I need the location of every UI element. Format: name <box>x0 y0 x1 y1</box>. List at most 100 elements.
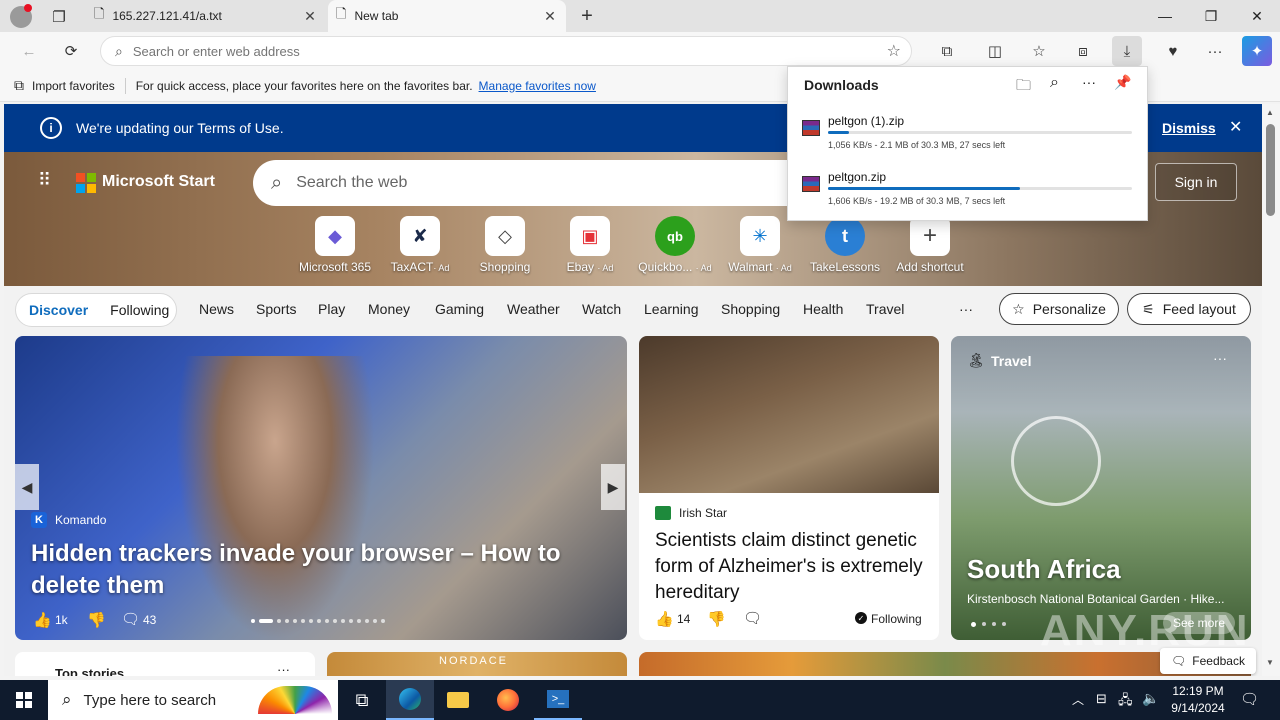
clock-date[interactable]: 9/14/2024 <box>1166 701 1230 715</box>
scroll-up-icon[interactable]: ▲ <box>1266 108 1274 117</box>
tab-discover[interactable]: Discover <box>29 302 88 318</box>
tab-a-txt[interactable]: 🗋 165.227.121.41/a.txt ✕ <box>86 0 326 32</box>
download-item[interactable]: peltgon (1).zip 1,056 KB/s - 2.1 MB of 3… <box>802 114 1132 158</box>
address-input[interactable] <box>132 43 833 59</box>
news-story-card[interactable]: Irish Star Scientists claim distinct gen… <box>639 336 939 640</box>
tab-new-tab[interactable]: 🗋 New tab ✕ <box>328 0 566 32</box>
collections-icon[interactable]: ⧈ <box>1068 36 1098 66</box>
nav-weather[interactable]: Weather <box>507 301 560 317</box>
sign-in-button[interactable]: Sign in <box>1155 163 1237 201</box>
favorites-icon[interactable]: ☆ <box>1024 36 1054 66</box>
copilot-icon[interactable]: ✦ <box>1242 36 1272 66</box>
task-view-icon[interactable]: ⧉ <box>338 680 386 720</box>
nordace-ad-card[interactable]: NORDACE <box>327 652 627 676</box>
favorite-star-icon[interactable]: ☆ <box>887 41 901 61</box>
open-folder-icon[interactable]: 🗀 <box>1016 75 1031 100</box>
previous-slide-button[interactable]: ◀ <box>15 464 39 510</box>
card-menu-icon[interactable]: ··· <box>277 662 290 676</box>
nav-sports[interactable]: Sports <box>256 301 296 317</box>
travel-card[interactable]: 🏝 Travel ··· South Africa Kirstenbosch N… <box>951 336 1251 640</box>
refresh-button[interactable]: ⟳ <box>56 36 86 66</box>
restore-button[interactable]: ❐ <box>1188 0 1234 32</box>
search-downloads-icon[interactable]: ⌕ <box>1050 74 1059 92</box>
top-stories-card[interactable]: Top stories ··· <box>15 652 315 676</box>
shortcut-takelessons[interactable]: t TakeLessons <box>802 216 888 274</box>
notifications-icon[interactable]: 🗨 <box>1240 690 1259 708</box>
nav-news[interactable]: News <box>199 301 234 317</box>
download-item[interactable]: peltgon.zip 1,606 KB/s - 19.2 MB of 30.3… <box>802 170 1132 214</box>
tab-actions-icon[interactable]: ❐ <box>44 2 74 32</box>
file-explorer-icon[interactable] <box>434 680 482 720</box>
close-notice-icon[interactable]: ✕ <box>1229 117 1242 137</box>
comment-icon[interactable]: 🗨 <box>121 610 140 628</box>
nav-money[interactable]: Money <box>368 301 410 317</box>
card-menu-icon[interactable]: ··· <box>1213 350 1227 366</box>
manage-favorites-link[interactable]: Manage favorites now <box>479 79 596 93</box>
show-hidden-icons-icon[interactable]: ︿ <box>1072 691 1084 708</box>
featured-story-card[interactable]: ◀ ▶ K Komando Hidden trackers invade you… <box>15 336 627 640</box>
nav-health[interactable]: Health <box>803 301 843 317</box>
close-window-button[interactable]: ✕ <box>1234 0 1280 32</box>
comment-icon[interactable]: 🗨 <box>743 609 762 627</box>
like-icon[interactable]: 👍 <box>655 610 674 628</box>
import-favorites-button[interactable]: Import favorites <box>32 79 115 93</box>
page-scrollbar[interactable]: ▲ ▼ <box>1262 104 1280 676</box>
nav-travel[interactable]: Travel <box>866 301 904 317</box>
start-button[interactable] <box>0 680 48 720</box>
back-button[interactable]: ← <box>14 36 44 66</box>
profile-icon[interactable] <box>10 4 32 28</box>
story-headline[interactable]: Hidden trackers invade your browser – Ho… <box>31 538 591 602</box>
close-tab-icon[interactable]: ✕ <box>302 8 318 25</box>
nav-more-icon[interactable]: ··· <box>959 301 973 317</box>
like-icon[interactable]: 👍 <box>33 611 52 629</box>
scroll-thumb[interactable] <box>1266 124 1275 216</box>
shortcut-walmart[interactable]: ✳ Walmart · Ad <box>717 216 803 274</box>
extensions-icon[interactable]: ⧉ <box>932 36 962 66</box>
firefox-icon[interactable] <box>484 680 532 720</box>
settings-more-icon[interactable]: ··· <box>1200 36 1230 66</box>
powershell-icon[interactable]: >_ <box>534 680 582 720</box>
carousel-dots[interactable] <box>251 619 385 623</box>
dismiss-link[interactable]: Dismiss <box>1162 120 1216 136</box>
carousel-dots[interactable] <box>971 622 1006 627</box>
story-headline[interactable]: Scientists claim distinct genetic form o… <box>655 528 927 606</box>
edge-browser-icon[interactable] <box>386 680 434 720</box>
nav-watch[interactable]: Watch <box>582 301 621 317</box>
tab-following[interactable]: Following <box>110 302 169 318</box>
more-options-icon[interactable]: ··· <box>1082 74 1096 90</box>
following-label[interactable]: Following <box>871 612 922 626</box>
next-slide-button[interactable]: ▶ <box>601 464 625 510</box>
dislike-icon[interactable]: 👎 <box>87 611 106 629</box>
shortcut-microsoft-365[interactable]: ◆ Microsoft 365 <box>292 216 378 274</box>
app-launcher-icon[interactable]: ⠿ <box>38 170 51 191</box>
scroll-down-icon[interactable]: ▼ <box>1266 658 1274 667</box>
minimize-button[interactable]: — <box>1142 0 1188 32</box>
new-tab-button[interactable]: + <box>572 1 602 31</box>
volume-icon[interactable]: 🔈 <box>1142 690 1159 707</box>
nav-gaming[interactable]: Gaming <box>435 301 484 317</box>
nav-play[interactable]: Play <box>318 301 345 317</box>
split-screen-icon[interactable]: ◫ <box>980 36 1010 66</box>
clock-time[interactable]: 12:19 PM <box>1170 684 1226 698</box>
ethernet-icon[interactable]: 🖧 <box>1118 691 1133 713</box>
add-shortcut-button[interactable]: + Add shortcut <box>887 216 973 274</box>
address-bar[interactable]: ⌕ ☆ <box>100 36 912 66</box>
taskbar-search[interactable]: ⌕ Type here to search <box>48 680 338 720</box>
nav-learning[interactable]: Learning <box>644 301 699 317</box>
shortcut-quickbooks[interactable]: qb Quickbo... · Ad <box>632 216 718 274</box>
personalize-button[interactable]: ☆ Personalize <box>999 293 1119 325</box>
feed-layout-button[interactable]: ⚟ Feed layout <box>1127 293 1251 325</box>
shortcut-ebay[interactable]: ▣ Ebay · Ad <box>547 216 633 274</box>
network-icon[interactable]: ⊟ <box>1096 691 1107 707</box>
pin-icon[interactable]: 📌 <box>1114 74 1131 91</box>
downloads-icon[interactable]: ⤓ <box>1112 36 1142 66</box>
nav-shopping[interactable]: Shopping <box>721 301 780 317</box>
close-tab-icon[interactable]: ✕ <box>542 8 558 25</box>
travel-title[interactable]: South Africa <box>967 554 1121 585</box>
brand-name[interactable]: Microsoft Start <box>102 173 215 191</box>
performance-icon[interactable]: ♥ <box>1158 36 1188 66</box>
shortcut-taxact[interactable]: ✘ TaxACT· Ad <box>377 216 463 274</box>
dislike-icon[interactable]: 👎 <box>707 610 726 628</box>
web-search-box[interactable]: ⌕ Search the web <box>253 160 813 206</box>
shortcut-shopping[interactable]: ◇ Shopping <box>462 216 548 274</box>
